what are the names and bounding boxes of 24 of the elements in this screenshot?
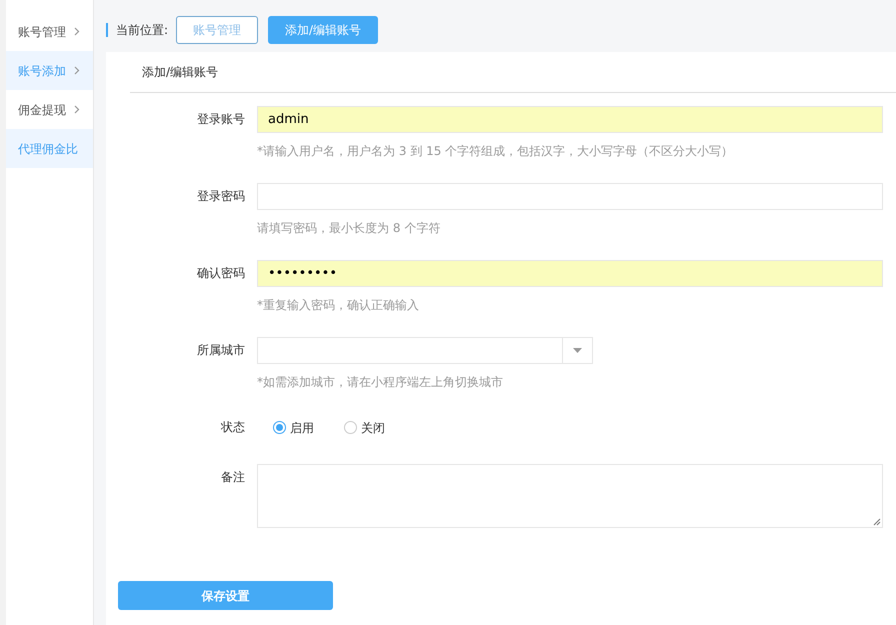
field-hint: *如需添加城市，请在小程序端左上角切换城市 <box>257 374 504 391</box>
field-label: 所属城市 <box>197 343 245 357</box>
text-field[interactable]: admin <box>257 106 883 133</box>
remark-textarea[interactable] <box>257 464 883 528</box>
resize-handle-icon <box>873 518 881 526</box>
chevron-right-icon <box>74 66 80 75</box>
field-label: 确认密码 <box>197 266 245 280</box>
field-label: 状态 <box>221 420 245 434</box>
field-label: 登录账号 <box>197 112 245 126</box>
city-select[interactable] <box>257 337 593 364</box>
field-hint: 请填写密码，最小长度为 8 个字符 <box>257 220 442 237</box>
dropdown-caret-icon <box>573 348 582 353</box>
field-hint: *重复输入密码，确认正确输入 <box>257 297 420 314</box>
chevron-right-icon <box>74 105 80 114</box>
panel-title: 添加/编辑账号 <box>142 64 218 81</box>
status-radio[interactable]: 关闭 <box>344 418 385 436</box>
field-label: 备注 <box>221 470 245 484</box>
field-hint: *请输入用户名，用户名为 3 到 15 个字符组成，包括汉字，大小写字母（不区分大小写） <box>257 143 734 160</box>
text-field[interactable]: ••••••••• <box>257 260 883 287</box>
field-label: 登录密码 <box>197 189 245 203</box>
text-field[interactable] <box>257 183 883 210</box>
breadcrumb-label: 当前位置: <box>116 22 168 39</box>
status-radio[interactable]: 启用 <box>273 418 314 436</box>
chevron-right-icon <box>74 27 80 36</box>
